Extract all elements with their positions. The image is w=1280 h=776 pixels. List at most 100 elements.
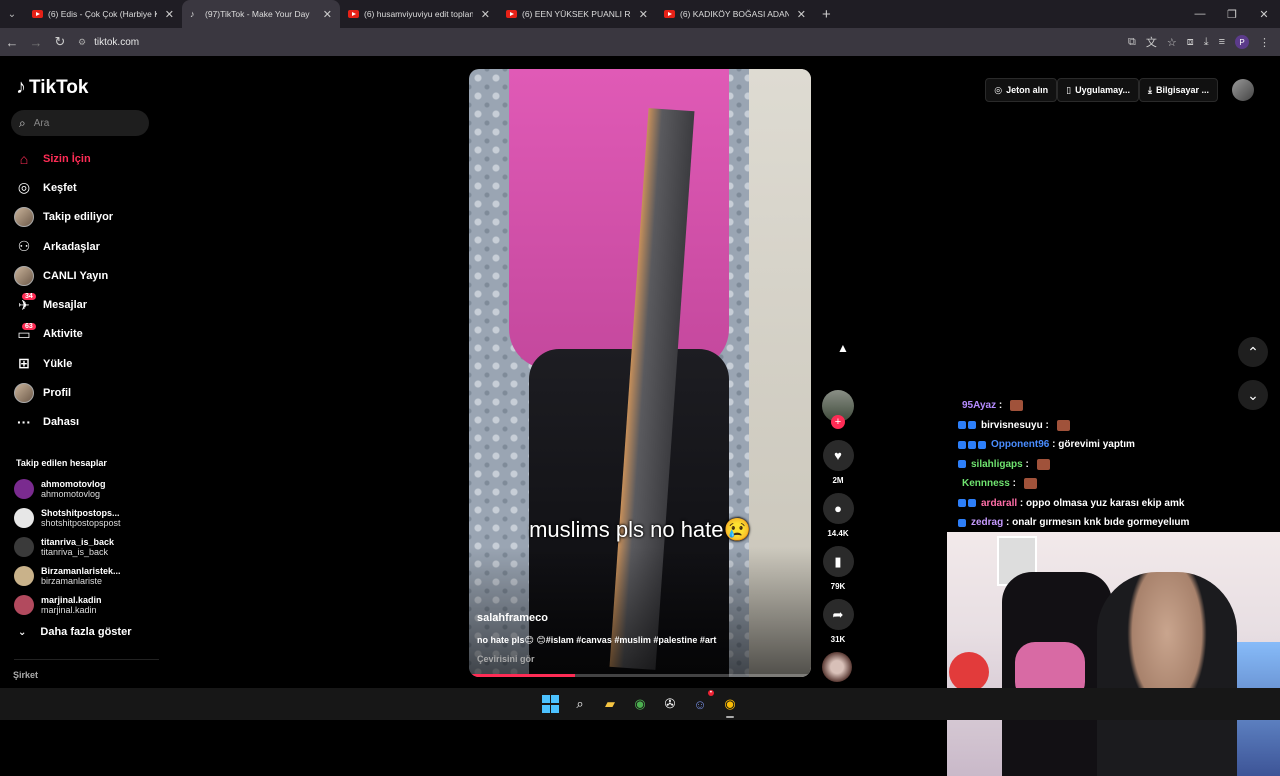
share-action[interactable]: ➦ 31K	[822, 599, 854, 644]
notification-badge: 63	[22, 322, 36, 330]
get-coins-button[interactable]: ◎ Jeton alın	[985, 78, 1058, 102]
youtube-icon	[664, 10, 675, 18]
video-player[interactable]: muslims pls no hate😢 salahframeco no hat…	[469, 69, 811, 677]
see-translation-link[interactable]: Çevirisini gör	[477, 654, 535, 664]
close-window-icon[interactable]: ✕	[1248, 0, 1280, 28]
comment-action[interactable]: ● 14.4K	[822, 493, 854, 538]
comment-icon[interactable]: ●	[822, 493, 854, 524]
follow-plus-icon[interactable]: +	[831, 415, 845, 429]
save-action[interactable]: ▮ 79K	[822, 546, 854, 591]
back-icon[interactable]: ←	[0, 35, 24, 50]
get-app-button[interactable]: ▯ Uygulamay...	[1057, 78, 1139, 102]
followed-account[interactable]: titanriva_is_back titanriva_is_back	[14, 532, 164, 561]
chat-separator: :	[1042, 419, 1052, 431]
search-input[interactable]: ⌕ Ara	[11, 110, 149, 136]
file-explorer-icon[interactable]: ▰	[600, 694, 620, 714]
sidebar-item-more[interactable]: ··· Dahası	[14, 408, 164, 437]
tab-search-icon[interactable]: ⌄	[0, 0, 24, 28]
followed-account[interactable]: marjinal.kadin marjinal.kadin	[14, 591, 164, 620]
sidebar-item-profile[interactable]: Profil	[14, 378, 164, 407]
site-info-icon[interactable]: ⚙	[78, 37, 86, 48]
user-avatar[interactable]	[1232, 79, 1254, 101]
followed-account[interactable]: Shotshitpostops... shotshitpostopspost	[14, 503, 164, 532]
video-author[interactable]: salahframeco	[477, 612, 548, 624]
avatar	[14, 507, 34, 528]
close-tab-icon[interactable]: ✕	[323, 8, 332, 21]
reload-icon[interactable]: ↻	[48, 34, 72, 50]
tiktok-logo[interactable]: ♪ TikTok	[16, 76, 88, 99]
show-more-button[interactable]: ⌄ Daha fazla göster	[18, 626, 131, 638]
browser-menu-icon[interactable]: ⋮	[1259, 36, 1270, 49]
company-link[interactable]: Şirket	[13, 670, 38, 680]
notification-badge: 34	[22, 293, 36, 301]
bookmark-star-icon[interactable]: ☆	[1167, 36, 1177, 49]
sidebar-item-label: Dahası	[43, 416, 80, 429]
media-icon[interactable]: ≡	[1219, 36, 1225, 48]
sidebar-item-upload[interactable]: ⊞ Yükle	[14, 349, 164, 378]
followed-account[interactable]: Birzamanlaristek... birzamanlariste	[14, 562, 164, 591]
restore-icon[interactable]: ❐	[1216, 0, 1248, 28]
coin-icon: ◎	[994, 84, 1003, 95]
bookmark-icon[interactable]: ▮	[822, 546, 854, 577]
download-arrow-icon: ⤓	[1147, 84, 1152, 95]
browser-tab[interactable]: (6) EEN YÜKSEK PUANLI RESTO ✕	[498, 0, 656, 28]
previous-video-button[interactable]: ⌃	[1238, 337, 1268, 367]
sidebar-item-live[interactable]: CANLI Yayın	[14, 261, 164, 290]
forward-icon[interactable]: →	[24, 35, 48, 50]
chat-badge-icon	[968, 499, 976, 508]
minimize-icon[interactable]: —	[1184, 0, 1216, 28]
sidebar-item-compass[interactable]: ◎ Keşfet	[14, 173, 164, 202]
chat-separator: :	[1049, 439, 1059, 451]
browser-tab[interactable]: ♪ (97)TikTok - Make Your Day ✕	[182, 0, 340, 28]
get-app-label: Uygulamay...	[1075, 85, 1130, 95]
chat-separator: :	[1022, 458, 1032, 470]
download-icon[interactable]: ⤓	[1204, 36, 1209, 49]
chat-badge-icon	[978, 440, 986, 449]
sidebar-item-messages[interactable]: ✈ 34 Mesajlar	[14, 290, 164, 319]
browser-tab[interactable]: (6) Edis - Çok Çok (Harbiye Kon ✕	[24, 0, 182, 28]
account-name: ahmomotovlog	[41, 478, 106, 489]
webcam-person	[1097, 572, 1237, 776]
like-action[interactable]: ♥ 2M	[822, 440, 854, 485]
windows-start-icon[interactable]	[540, 694, 560, 714]
windows-taskbar: ⌕ ▰ ◉ ✇ ☺ • ◉	[0, 688, 1280, 720]
heart-icon[interactable]: ♥	[822, 440, 854, 471]
chat-badge-icon	[958, 460, 966, 469]
chat-message: ardarall : oppo olmasa yuz karası ekip a…	[958, 494, 1258, 514]
app-icon[interactable]: ✇	[660, 694, 680, 714]
sidebar-item-activity[interactable]: ▭ 63 Aktivite	[14, 320, 164, 349]
chrome-icon[interactable]: ◉	[630, 694, 650, 714]
close-tab-icon[interactable]: ✕	[797, 8, 806, 21]
chat-username: 95Ayaz	[962, 400, 997, 412]
sidebar-item-following[interactable]: Takip ediliyor	[14, 203, 164, 232]
close-tab-icon[interactable]: ✕	[481, 8, 490, 21]
close-tab-icon[interactable]: ✕	[639, 8, 648, 21]
home-icon: ⌂	[19, 150, 29, 167]
extensions-icon[interactable]: ⧈	[1187, 36, 1194, 49]
profile-avatar[interactable]: P	[1235, 35, 1249, 49]
sidebar-item-friends[interactable]: ⚇ Arkadaşlar	[14, 232, 164, 261]
chat-message: birvisnesuyu :	[958, 416, 1258, 436]
desktop-app-button[interactable]: ⤓ Bilgisayar ...	[1138, 78, 1218, 102]
sidebar-item-home[interactable]: ⌂ Sizin İçin	[14, 144, 164, 173]
followed-account[interactable]: ahmomotovlog ahmomotovlog	[14, 474, 164, 503]
new-tab-button[interactable]: +	[822, 6, 831, 23]
sidebar-item-label: Sizin İçin	[43, 152, 91, 165]
share-icon[interactable]: ➦	[822, 599, 854, 630]
chat-username: birvisnesuyu	[981, 419, 1043, 431]
chat-text: görevimi yaptım	[1058, 439, 1135, 451]
following-icon	[14, 207, 34, 228]
url-field[interactable]: ⚙ tiktok.com	[78, 37, 139, 48]
cast-icon[interactable]: ⧉	[1128, 36, 1136, 49]
browser-tab[interactable]: (6) KADIKÖY BOĞASI ADANA Y ✕	[656, 0, 814, 28]
creator-avatar[interactable]: +	[822, 390, 854, 429]
browser-tab[interactable]: (6) husamviyuviyu edit toplantı ✕	[340, 0, 498, 28]
taskbar-search-icon[interactable]: ⌕	[570, 694, 590, 714]
translate-icon[interactable]: 文	[1146, 34, 1157, 50]
account-text: Birzamanlaristek... birzamanlariste	[41, 566, 121, 586]
chrome-active-icon[interactable]: ◉	[720, 694, 740, 718]
video-progress-bar[interactable]	[469, 674, 811, 677]
close-tab-icon[interactable]: ✕	[165, 8, 174, 21]
discord-icon[interactable]: ☺ •	[690, 690, 714, 714]
music-disc-icon[interactable]	[822, 652, 852, 682]
